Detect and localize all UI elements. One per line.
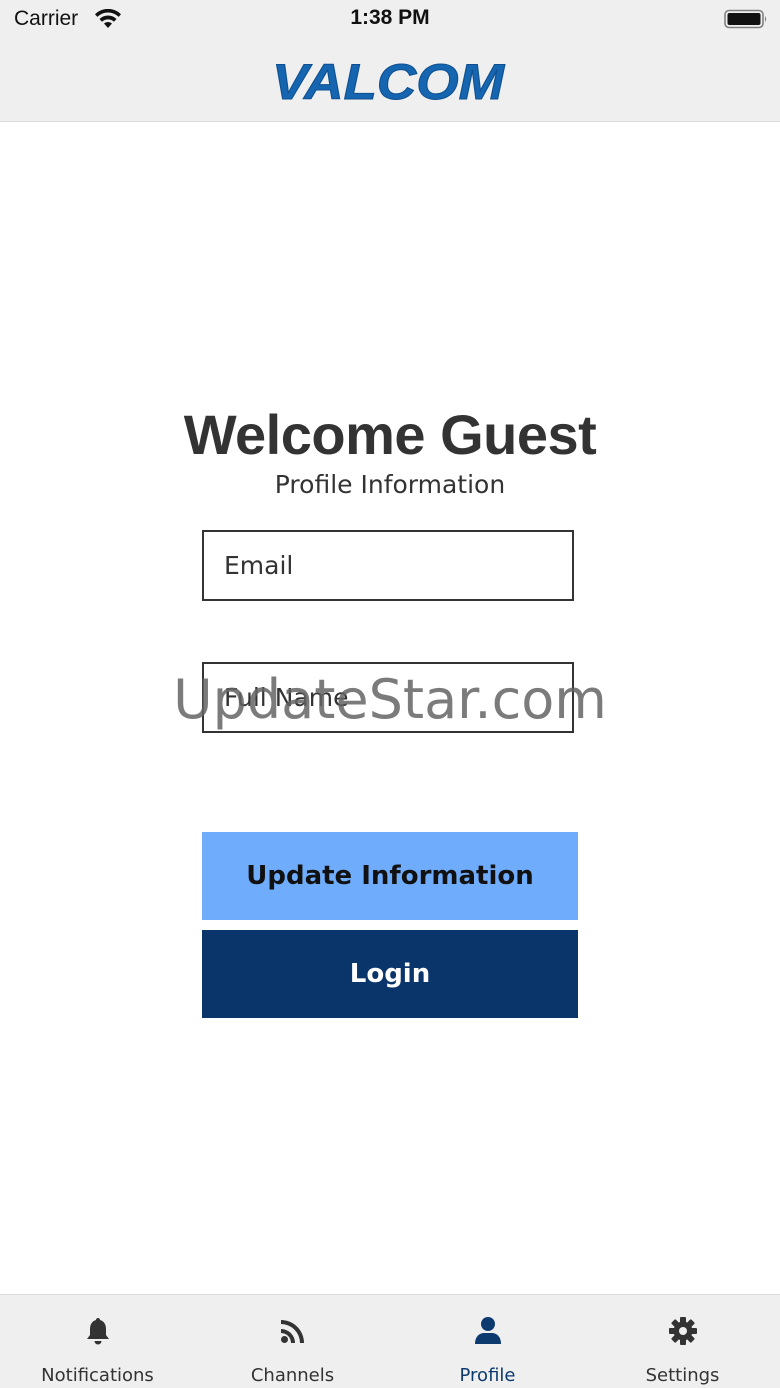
full-name-input[interactable] — [204, 664, 572, 731]
navigation-bar: Carrier 1:38 PM VALCOM — [0, 0, 780, 122]
gear-icon — [667, 1315, 699, 1347]
status-bar: Carrier 1:38 PM — [0, 0, 780, 40]
tab-label-notifications: Notifications — [41, 1365, 154, 1386]
email-field[interactable] — [202, 530, 574, 601]
full-name-field[interactable] — [202, 662, 574, 733]
tab-settings[interactable]: Settings — [585, 1295, 780, 1388]
tab-notifications[interactable]: Notifications — [0, 1295, 195, 1388]
valcom-logo: VALCOM — [270, 56, 510, 104]
email-input[interactable] — [204, 532, 572, 599]
tab-label-settings: Settings — [645, 1365, 720, 1386]
bell-icon — [82, 1315, 114, 1347]
login-button[interactable]: Login — [202, 930, 578, 1018]
battery-icon — [724, 9, 768, 29]
logo-text: VALCOM — [272, 56, 505, 104]
page-subtitle: Profile Information — [274, 470, 506, 499]
tab-label-profile: Profile — [459, 1365, 516, 1386]
tab-channels[interactable]: Channels — [195, 1295, 390, 1388]
clock: 1:38 PM — [350, 6, 430, 29]
tab-profile[interactable]: Profile — [390, 1295, 585, 1388]
update-information-button[interactable]: Update Information — [202, 832, 578, 920]
tab-bar: Notifications Channels Profile Settings — [0, 1294, 780, 1388]
user-icon — [472, 1315, 504, 1347]
tab-label-channels: Channels — [250, 1365, 335, 1386]
rss-icon — [277, 1315, 309, 1347]
page-title: Welcome Guest — [183, 403, 597, 466]
